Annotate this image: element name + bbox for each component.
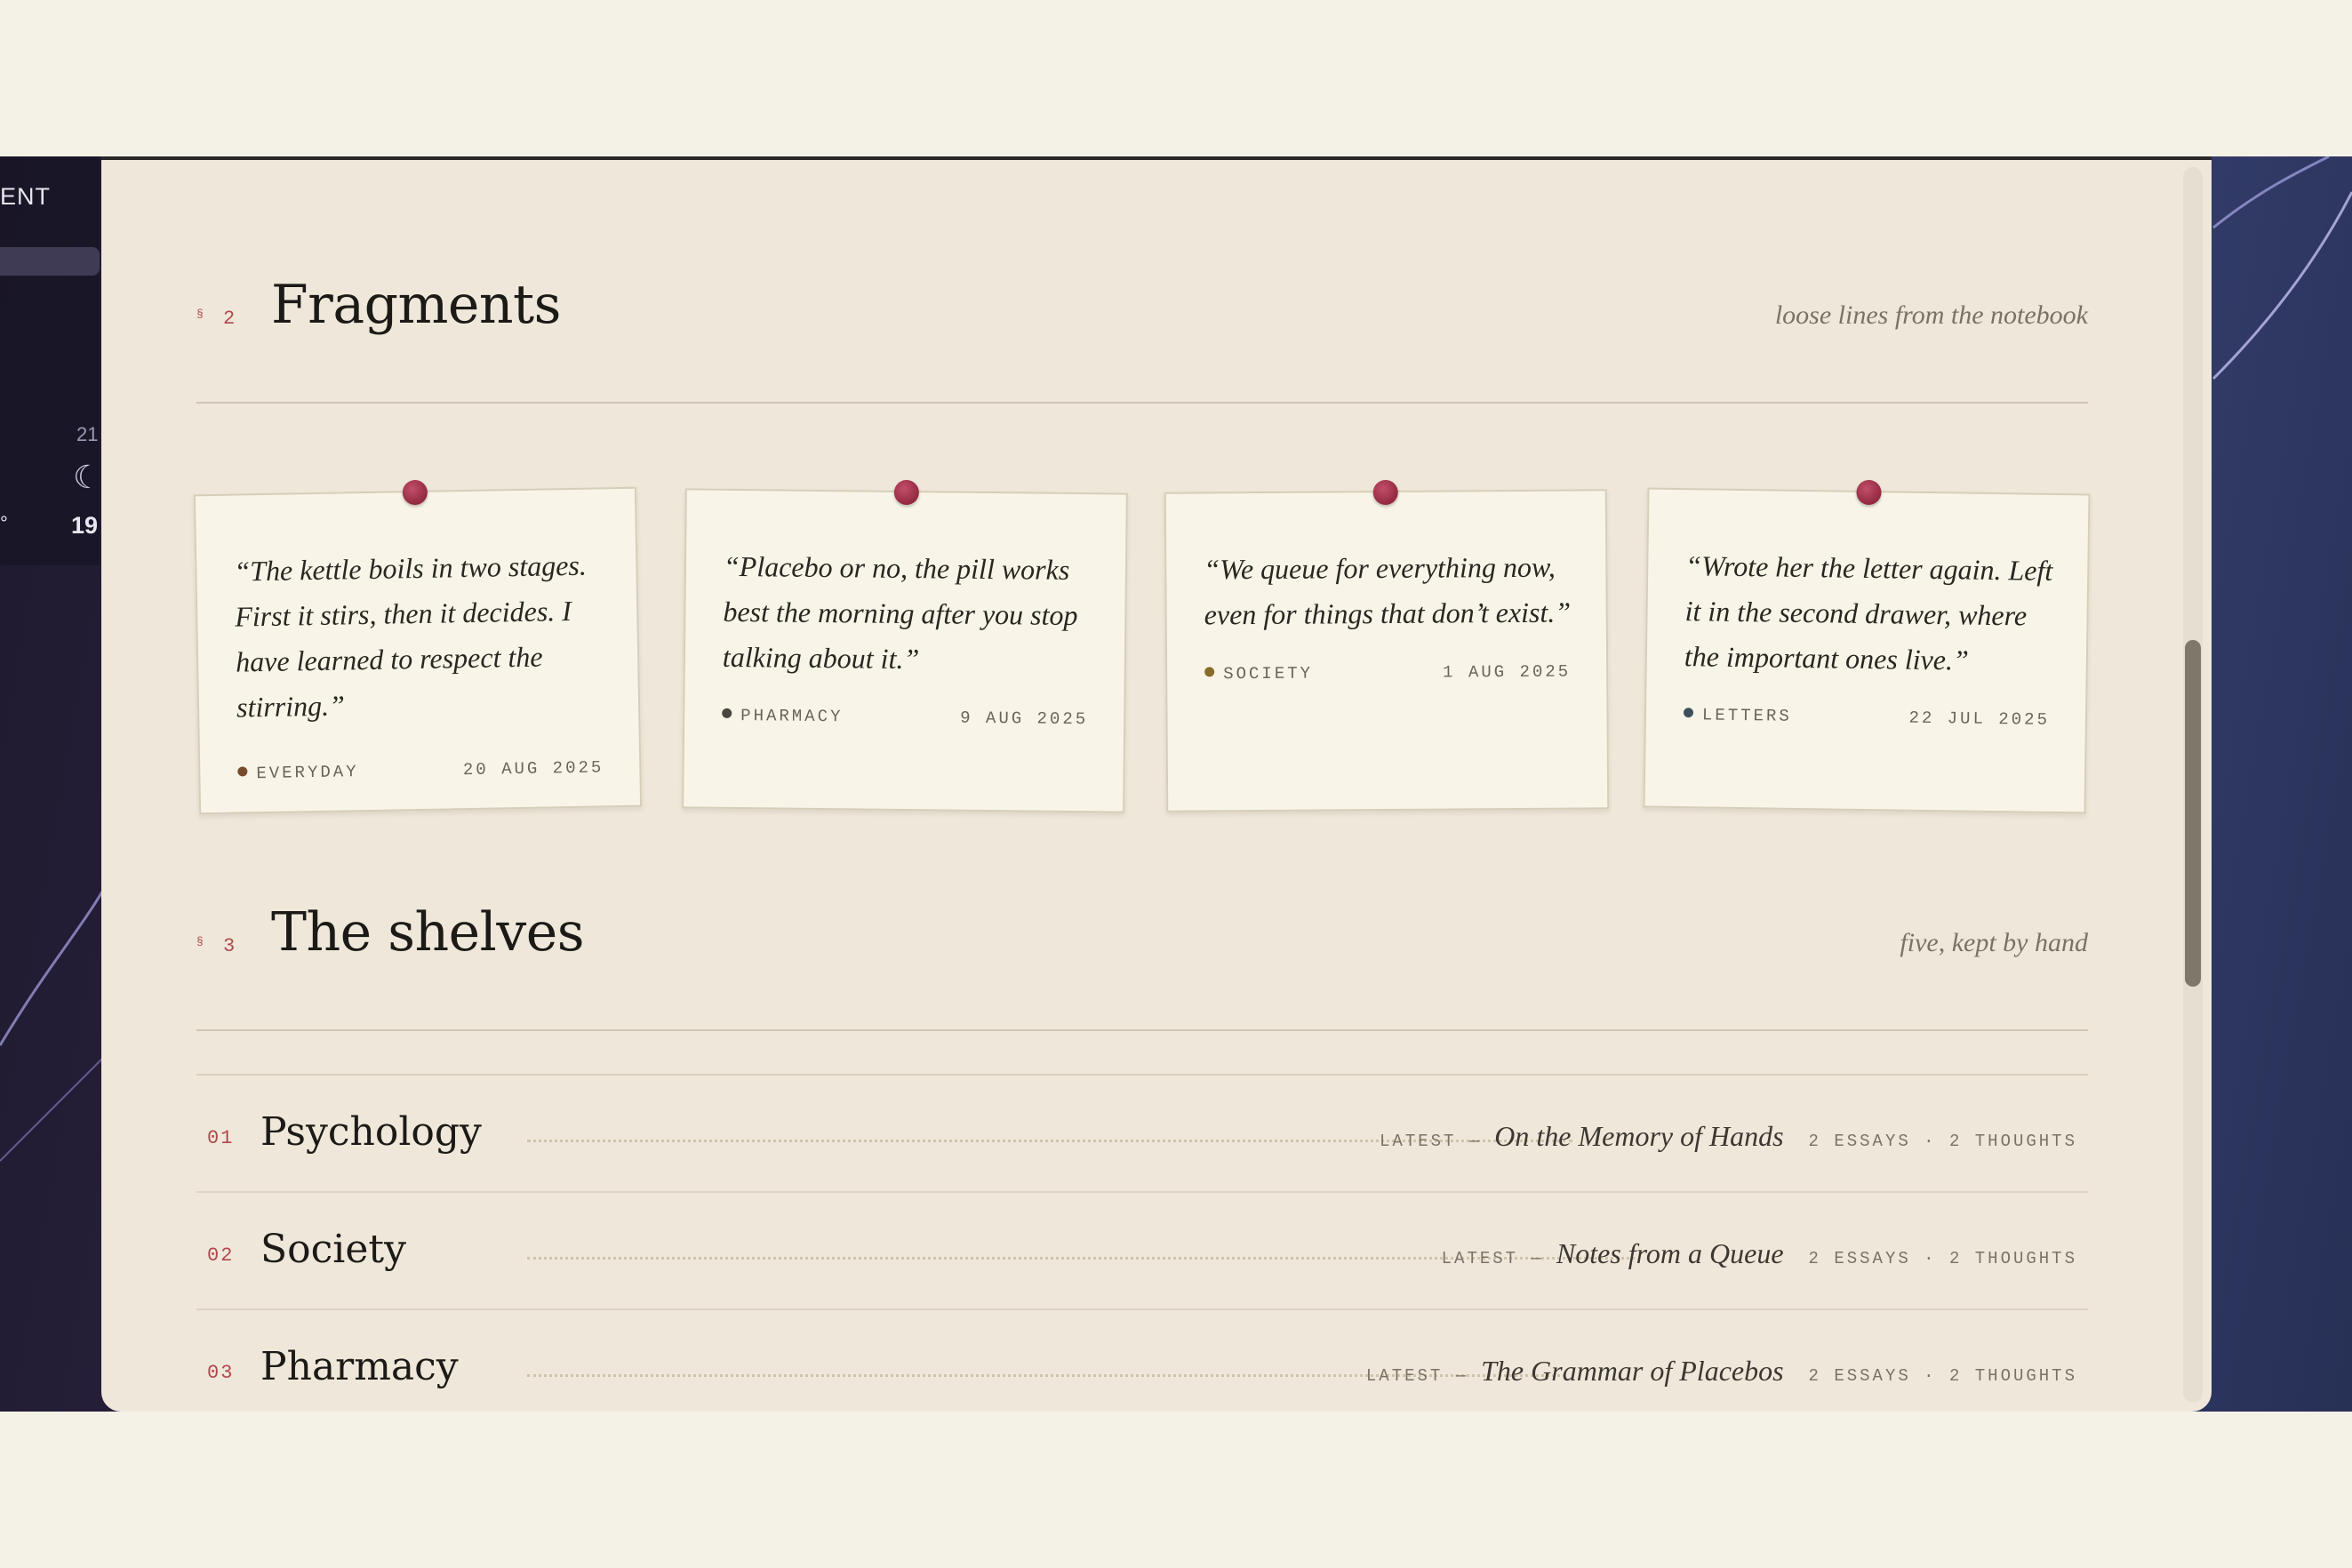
shelf-number: 03 — [207, 1362, 235, 1384]
latest-label: LATEST — — [1365, 1366, 1469, 1386]
weather-hour: 21 — [76, 423, 99, 445]
shelf-counts: 2 ESSAYS · 2 THOUGHTS — [1808, 1249, 2077, 1268]
shelf-name[interactable]: Pharmacy — [260, 1344, 459, 1389]
fragment-tag[interactable]: SOCIETY — [1223, 664, 1313, 684]
latest-label: LATEST — — [1380, 1132, 1483, 1151]
fragment-meta: LETTERS 22 JUL 2025 — [1683, 705, 2051, 730]
shelf-number: 01 — [207, 1127, 235, 1149]
moon-icon: ☾ — [73, 459, 102, 495]
fragment-date: 20 AUG 2025 — [462, 757, 604, 780]
fragment-date: 9 AUG 2025 — [960, 708, 1089, 730]
tag-dot-icon — [722, 708, 732, 718]
fragment-quote: “Wrote her the letter again. Left it in … — [1684, 549, 2053, 676]
shelf-number: 02 — [207, 1244, 235, 1267]
section-mark: § — [196, 935, 204, 948]
shelf-name[interactable]: Psychology — [260, 1109, 482, 1155]
shelf-latest: LATEST — The Grammar of Placebos 2 ESSAY… — [1366, 1355, 2077, 1388]
shelf-row-society[interactable]: 02 Society LATEST — Notes from a Queue 2… — [196, 1193, 2088, 1310]
latest-essay-link[interactable]: The Grammar of Placebos — [1481, 1355, 1783, 1388]
tag-dot-icon — [1683, 708, 1694, 718]
fragment-tag[interactable]: PHARMACY — [740, 706, 843, 726]
section-divider — [196, 1029, 2088, 1031]
shelf-latest: LATEST — Notes from a Queue 2 ESSAYS · 2… — [1442, 1237, 2077, 1270]
section-divider — [196, 402, 2088, 404]
tag-dot-icon — [1204, 667, 1215, 677]
latest-label: LATEST — — [1441, 1249, 1544, 1268]
scrollbar-thumb[interactable] — [2185, 640, 2201, 987]
latest-essay-link[interactable]: On the Memory of Hands — [1494, 1120, 1783, 1153]
app-window: § 2 Fragments loose lines from the noteb… — [101, 156, 2212, 1412]
fragment-date: 22 JUL 2025 — [1908, 708, 2051, 730]
shelf-row-pharmacy[interactable]: 03 Pharmacy LATEST — The Grammar of Plac… — [196, 1310, 2088, 1412]
shelf-counts: 2 ESSAYS · 2 THOUGHTS — [1808, 1366, 2077, 1386]
fragment-meta: SOCIETY 1 AUG 2025 — [1204, 662, 1571, 684]
pin-icon — [1372, 479, 1398, 506]
shelf-latest: LATEST — On the Memory of Hands 2 ESSAYS… — [1380, 1120, 2077, 1153]
section-subtitle: loose lines from the notebook — [1774, 300, 2088, 330]
tag-dot-icon — [237, 766, 248, 777]
fragment-tag[interactable]: EVERYDAY — [256, 762, 359, 783]
fragment-quote: “We queue for everything now, even for t… — [1204, 550, 1572, 631]
section-subtitle: five, kept by hand — [1900, 928, 2088, 957]
shelves-section-header: § 3 The shelves five, kept by hand — [196, 901, 2088, 1019]
fragment-date: 1 AUG 2025 — [1443, 661, 1572, 683]
fragment-meta: PHARMACY 9 AUG 2025 — [722, 706, 1088, 729]
pin-icon — [402, 479, 428, 506]
fragment-card[interactable]: “Placebo or no, the pill works best the … — [682, 479, 1128, 813]
fragment-card[interactable]: “The kettle boils in two stages. First i… — [193, 479, 643, 815]
fragment-card[interactable]: “Wrote her the letter again. Left it in … — [1643, 479, 2091, 814]
desktop-menu-text: ENT — [0, 183, 51, 210]
section-mark: § — [196, 308, 204, 321]
latest-essay-link[interactable]: Notes from a Queue — [1556, 1237, 1784, 1270]
shelf-name[interactable]: Society — [260, 1227, 406, 1272]
shelf-row-psychology[interactable]: 01 Psychology LATEST — On the Memory of … — [196, 1076, 2088, 1193]
fragment-quote: “The kettle boils in two stages. First i… — [234, 548, 588, 724]
pin-icon — [1856, 479, 1882, 506]
pin-icon — [893, 479, 920, 506]
desktop-widget-panel — [0, 156, 100, 565]
section-number: 2 — [223, 308, 236, 330]
shelf-counts: 2 ESSAYS · 2 THOUGHTS — [1808, 1132, 2077, 1151]
fragment-tag[interactable]: LETTERS — [1702, 705, 1792, 725]
weather-temperature: 19 — [71, 512, 99, 539]
desktop-widget-bar — [0, 247, 100, 276]
section-title: The shelves — [271, 901, 585, 964]
section-number: 3 — [223, 935, 236, 957]
fragments-section-header: § 2 Fragments loose lines from the noteb… — [196, 274, 2088, 391]
weather-degree: ° — [0, 512, 8, 534]
fragment-card[interactable]: “We queue for everything now, even for t… — [1164, 479, 1610, 812]
fragment-quote: “Placebo or no, the pill works best the … — [722, 549, 1078, 676]
fragment-meta: EVERYDAY 20 AUG 2025 — [237, 757, 604, 783]
section-title: Fragments — [271, 274, 561, 336]
